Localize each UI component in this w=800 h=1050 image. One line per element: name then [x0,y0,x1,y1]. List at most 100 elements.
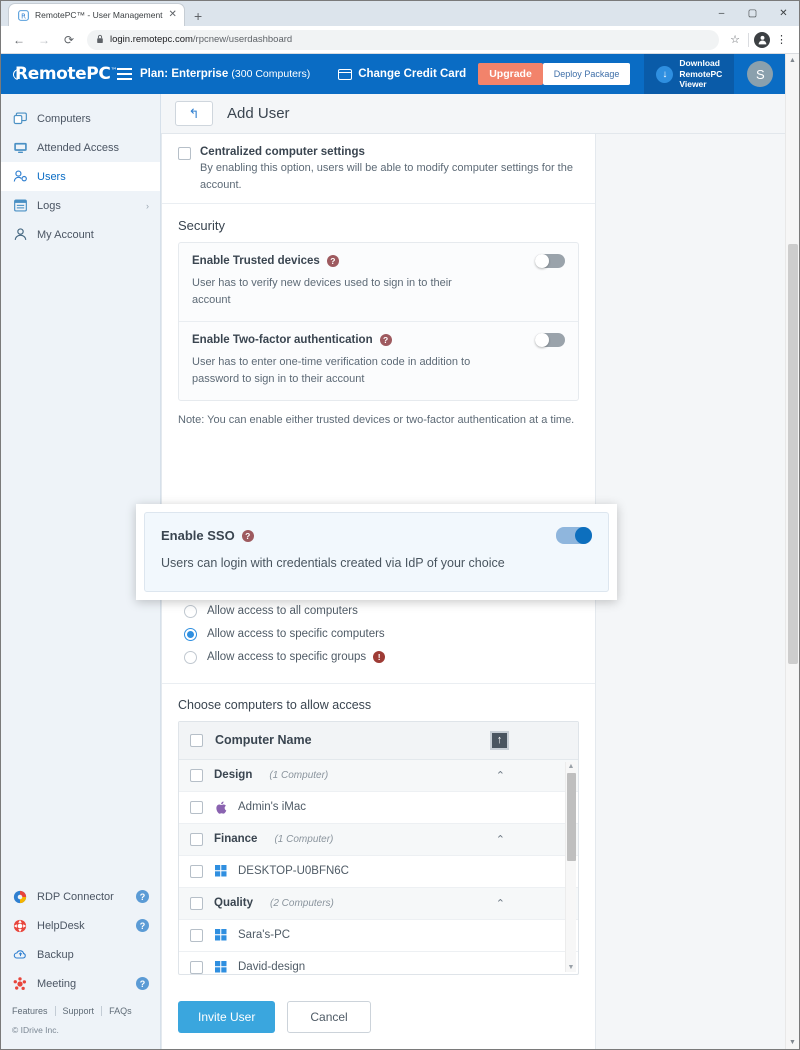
row-checkbox[interactable] [190,897,203,911]
row-checkbox[interactable] [190,801,203,815]
browser-menu-icon[interactable]: ⋮ [772,33,791,46]
hamburger-icon[interactable] [117,68,133,80]
sidebar-item-my-account[interactable]: My Account [1,220,160,249]
security-note: Note: You can enable either trusted devi… [178,414,575,427]
row-checkbox[interactable] [190,833,203,847]
back-navigation-button[interactable]: ↰ [175,101,213,126]
change-credit-card-button[interactable]: Change Credit Card [338,68,466,80]
sidebar-item-backup[interactable]: Backup [1,940,160,969]
sidebar-label: Backup [37,948,74,961]
reload-button[interactable]: ⟳ [59,30,79,50]
scroll-up-arrow-icon[interactable]: ▲ [566,762,576,771]
centralized-settings-row[interactable]: Centralized computer settings By enablin… [178,146,579,193]
cancel-button[interactable]: Cancel [287,1000,371,1033]
help-icon[interactable]: ? [136,919,149,932]
radio-specific-groups[interactable]: Allow access to specific groups! [178,646,579,669]
logs-icon [12,198,28,214]
radio-button[interactable] [184,604,197,618]
list-scrollbar-thumb[interactable] [567,772,576,861]
sidebar-item-logs[interactable]: Logs › [1,191,160,220]
user-avatar[interactable]: S [747,61,774,87]
radio-button[interactable] [184,650,197,664]
chevron-right-icon: › [146,200,149,211]
sso-toggle[interactable] [556,527,592,544]
footer-link-faqs[interactable]: FAQs [102,1006,139,1016]
logo-text: RemotePC [15,64,111,84]
table-row[interactable]: David-design [179,952,578,974]
table-row[interactable]: Design (1 Computer) ⌃ [179,759,578,792]
apple-icon [214,801,227,814]
table-row[interactable]: DESKTOP-U0BFN6C [179,856,578,888]
radio-all-computers[interactable]: Allow access to all computers [178,600,579,623]
app-logo[interactable]: RemotePC™ [1,64,117,84]
help-question-icon[interactable]: ? [241,529,254,542]
meeting-icon [12,976,28,992]
footer-link-features[interactable]: Features [12,1006,55,1016]
page-scroll-up-icon[interactable]: ▲ [786,54,799,67]
logo-tm: ™ [110,66,118,75]
help-icon[interactable]: ? [136,977,149,990]
deploy-package-button[interactable]: Deploy Package [542,63,631,85]
window-minimize-button[interactable]: – [706,1,737,26]
toolbar-right: ☆ ⋮ [727,31,791,48]
new-tab-button[interactable]: + [194,9,202,23]
radio-label: Allow access to specific groups! [207,651,386,664]
select-all-checkbox[interactable] [190,734,203,748]
sidebar-item-users[interactable]: Users [1,162,160,191]
upgrade-button[interactable]: Upgrade [478,63,543,85]
move-to-top-icon[interactable]: ↑ [490,730,509,750]
chevron-up-icon[interactable]: ⌃ [496,769,505,782]
sidebar-item-rdp-connector[interactable]: RDP Connector ? [1,882,160,911]
page-scrollbar-thumb[interactable] [788,244,798,664]
table-row[interactable]: Quality (2 Computers) ⌃ [179,887,578,920]
info-icon[interactable]: ! [373,651,386,664]
help-question-icon[interactable]: ? [379,334,392,347]
window-maximize-button[interactable]: ▢ [737,1,768,26]
forward-button[interactable]: → [34,30,54,50]
centralized-settings-checkbox[interactable] [178,147,191,160]
invite-user-button[interactable]: Invite User [178,1000,276,1033]
browser-tab[interactable]: R RemotePC™ - User Management ✕ [8,3,185,26]
radio-button-selected[interactable] [184,627,197,641]
back-button[interactable]: ← [9,30,29,50]
group-count: (2 Computers) [269,897,334,909]
sidebar-item-meeting[interactable]: Meeting ? [1,969,160,998]
window-close-button[interactable]: ✕ [768,1,799,26]
computers-list-scroll: Design (1 Computer) ⌃ Admin's iMac Finan… [179,759,578,974]
table-row[interactable]: Finance (1 Computer) ⌃ [179,823,578,856]
chevron-up-icon[interactable]: ⌃ [496,833,505,846]
computer-name: DESKTOP-U0BFN6C [238,865,349,878]
chevron-up-icon[interactable]: ⌃ [496,897,505,910]
radio-specific-computers[interactable]: Allow access to specific computers [178,623,579,646]
sidebar-item-computers[interactable]: Computers [1,104,160,133]
help-icon[interactable]: ? [136,890,149,903]
trusted-devices-desc: User has to verify new devices used to s… [192,277,452,307]
sidebar-item-attended-access[interactable]: Attended Access [1,133,160,162]
security-heading: Security [178,218,225,233]
sidebar-item-helpdesk[interactable]: HelpDesk ? [1,911,160,940]
row-checkbox[interactable] [190,929,203,943]
row-checkbox[interactable] [190,865,203,879]
row-checkbox[interactable] [190,961,203,974]
list-scrollbar[interactable]: ▲ ▼ [565,761,576,972]
two-factor-toggle[interactable] [535,333,565,348]
footer-link-support[interactable]: Support [56,1006,102,1016]
table-row[interactable]: Sara's-PC [179,920,578,952]
change-credit-card-label: Change Credit Card [358,68,467,80]
page-scroll-down-icon[interactable]: ▼ [786,1036,799,1049]
radio-label: Allow access to specific computers [207,628,385,641]
download-viewer-button[interactable]: ↓ Download RemotePC Viewer [644,54,735,94]
bookmark-star-icon[interactable]: ☆ [727,33,743,46]
group-count: (1 Computer) [274,833,334,845]
address-bar[interactable]: login.remotepc.com/rpcnew/userdashboard [87,29,720,50]
profile-avatar-icon[interactable] [754,31,770,48]
page-scrollbar[interactable]: ▲ ▼ [785,54,799,1049]
tab-close-icon[interactable]: ✕ [168,10,178,20]
trusted-devices-toggle[interactable] [535,254,565,268]
scroll-down-arrow-icon[interactable]: ▼ [566,963,576,972]
row-checkbox[interactable] [190,769,203,783]
help-question-icon[interactable]: ? [326,255,339,267]
table-row[interactable]: Admin's iMac [179,792,578,824]
column-header-computer-name: Computer Name [215,733,312,748]
sidebar-label: HelpDesk [37,919,85,932]
